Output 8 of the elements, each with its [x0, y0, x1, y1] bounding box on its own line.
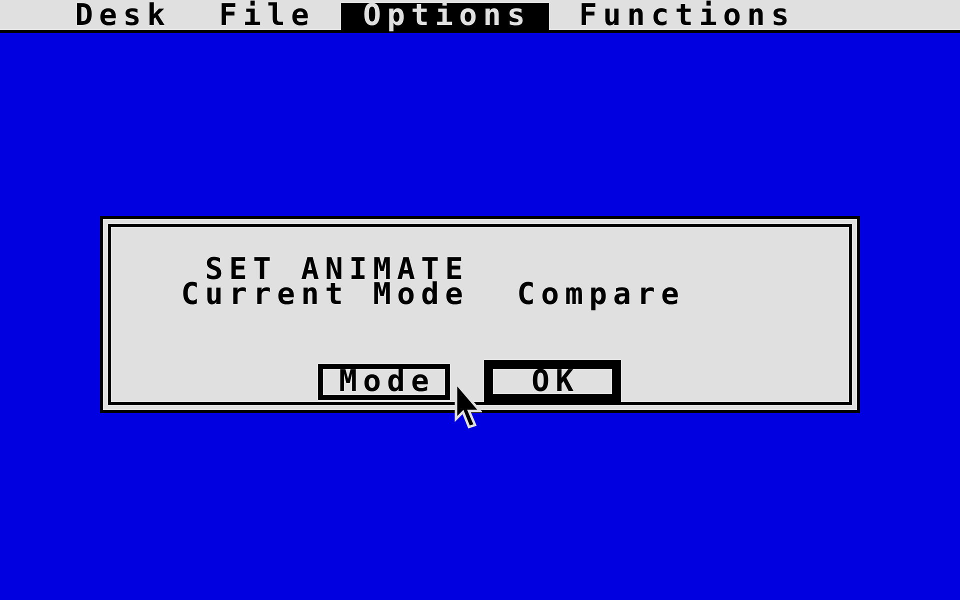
dialog-button[interactable]: OK	[484, 360, 621, 403]
menu-item[interactable]: Functions	[557, 3, 814, 30]
dialog-title: SET ANIMATE	[205, 257, 470, 282]
menu-item[interactable]: Options	[341, 3, 550, 30]
menu-item[interactable]: Desk	[53, 3, 190, 30]
menu-item[interactable]: File	[197, 3, 334, 30]
dialog-button[interactable]: Mode	[318, 364, 450, 400]
mode-label: Current Mode	[181, 282, 470, 307]
